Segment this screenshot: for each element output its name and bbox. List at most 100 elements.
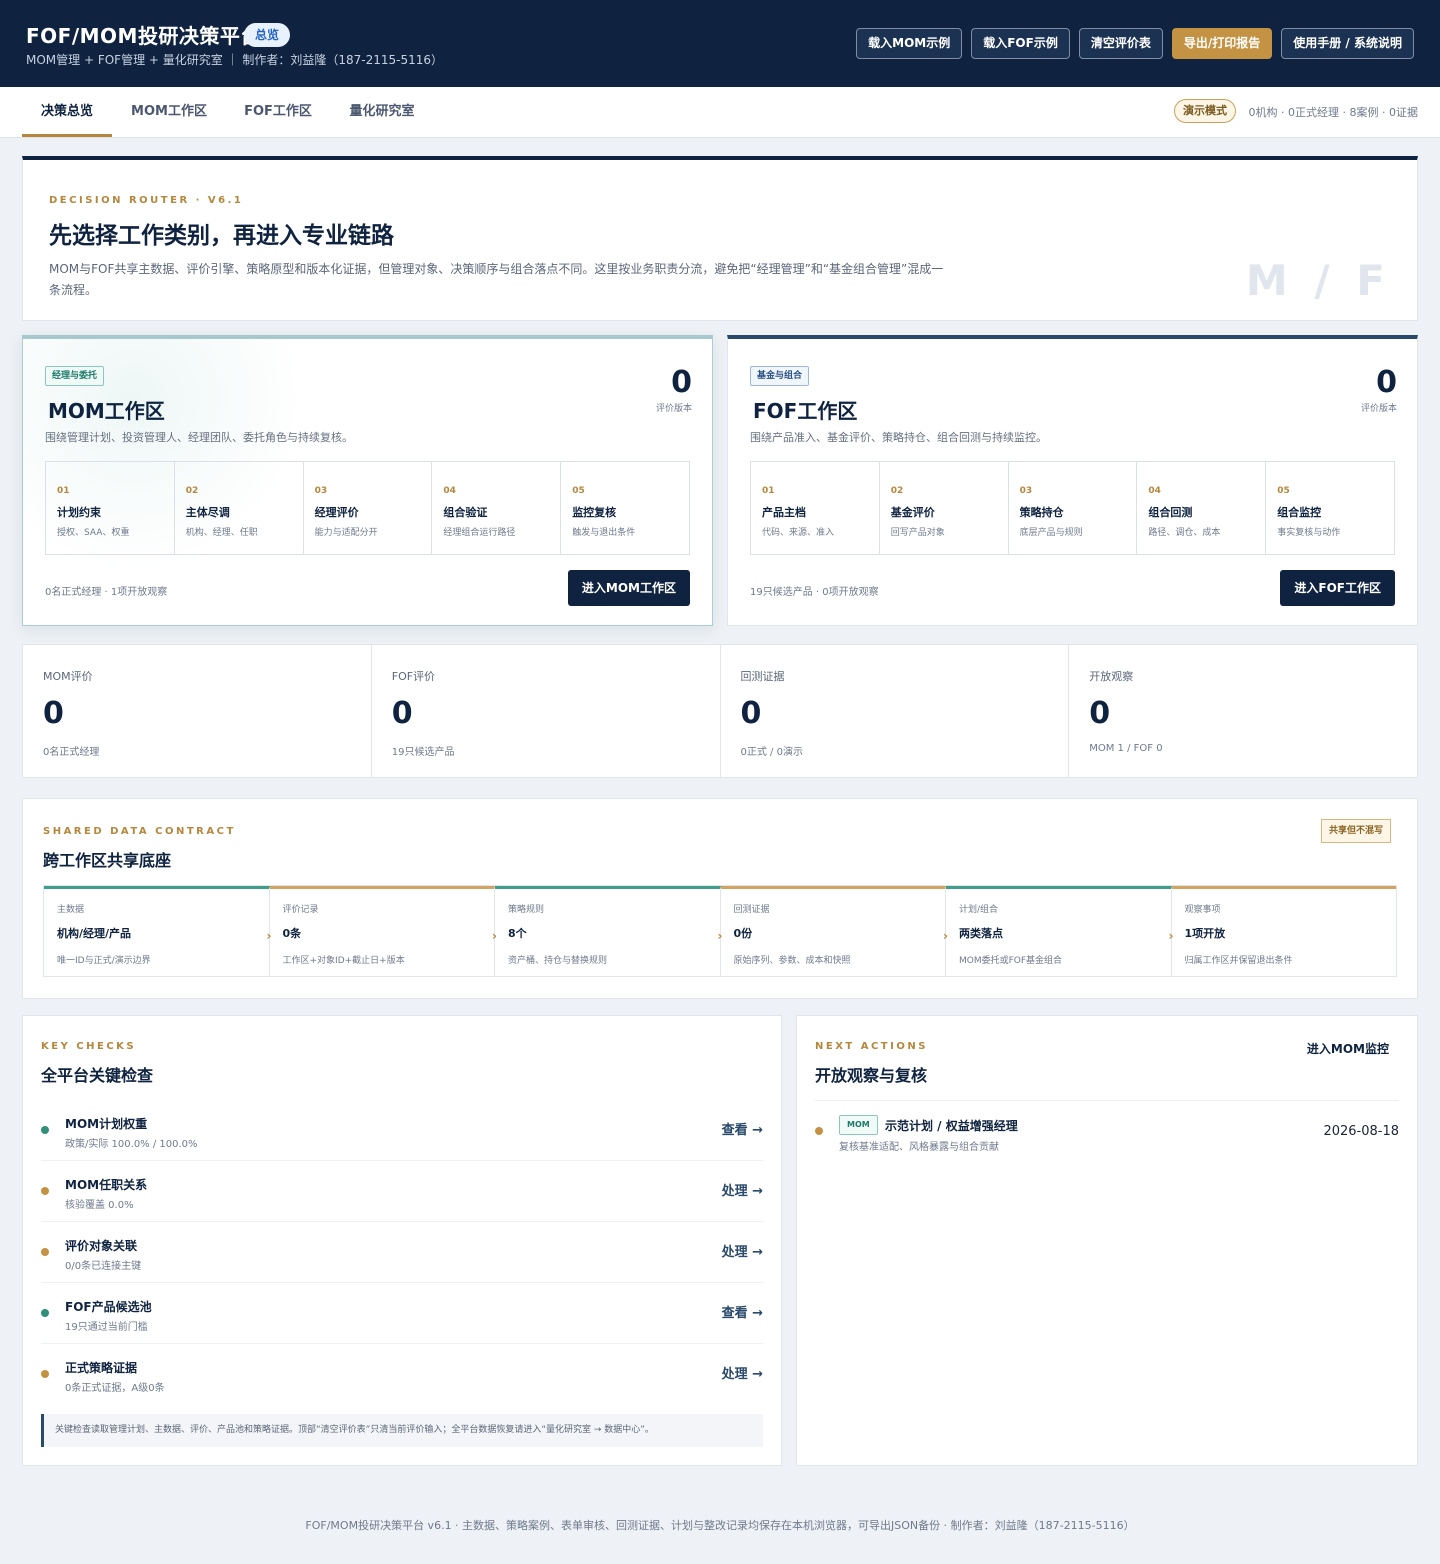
router-title: 先选择工作类别，再进入专业链路 (49, 223, 394, 249)
enter-fof-workspace-button[interactable]: 进入FOF工作区 (1280, 570, 1395, 606)
cell-key: 观察事项 (1184, 905, 1221, 915)
shared-cell: 主数据 机构/经理/产品 唯一ID与正式/演示边界 (44, 886, 270, 976)
cell-value: 两类落点 (959, 927, 1003, 940)
enter-mom-workspace-button[interactable]: 进入MOM工作区 (567, 570, 690, 606)
chevron-right-icon: › (1168, 929, 1174, 943)
main-tabs: 决策总览 MOM工作区 FOF工作区 量化研究室 演示模式 0机构 · 0正式经… (0, 87, 1440, 138)
actions-title: 开放观察与复核 (815, 1066, 928, 1085)
shared-data-contract-panel: SHARED DATA CONTRACT 跨工作区共享底座 共享但不混写 主数据… (22, 798, 1418, 999)
fof-steps: 01 产品主档 代码、来源、准入 02 基金评价 回写产品对象 03 策略持仓 底层产品与规… (750, 461, 1395, 555)
step-subtitle: 触发与退出条件 (572, 528, 636, 538)
router-eyebrow: DECISION ROUTER · V6.1 (49, 195, 244, 206)
mom-workspace-card: 经理与委托 MOM工作区 围绕管理计划、投资管理人、经理团队、委托角色与持续复核… (22, 335, 713, 626)
shared-cell: › 回测证据 0份 原始序列、参数、成本和快照 (717, 886, 946, 976)
clear-evaluation-button[interactable]: 清空评价表 (1078, 28, 1163, 59)
cell-desc: MOM委托或FOF基金组合 (959, 956, 1063, 966)
overview-badge: 总览 (244, 23, 291, 47)
status-dot (41, 1248, 49, 1256)
fof-version-count: 0 (1376, 365, 1397, 400)
enter-mom-monitor-link[interactable]: 进入MOM监控 (1307, 1040, 1389, 1057)
check-title: MOM计划权重 (65, 1117, 148, 1131)
tab-fof-workspace[interactable]: FOF工作区 (228, 87, 328, 137)
page-footer: FOF/MOM投研决策平台 v6.1 · 主数据、策略案例、表单审核、回测证据、… (305, 1519, 1135, 1532)
cell-key: 主数据 (57, 905, 85, 915)
fof-step: 02 基金评价 回写产品对象 (880, 462, 1009, 554)
action-date: 2026-08-18 (1323, 1124, 1399, 1139)
stat-label: 回测证据 (740, 670, 785, 683)
step-subtitle: 经理组合运行路径 (443, 528, 516, 538)
demo-mode-badge: 演示模式 (1174, 99, 1236, 123)
actions-eyebrow: NEXT ACTIONS (815, 1041, 928, 1052)
tab-quant-lab[interactable]: 量化研究室 (336, 87, 428, 137)
step-subtitle: 事实复核与动作 (1277, 528, 1341, 538)
shared-cell: › 评价记录 0条 工作区+对象ID+截止日+版本 (267, 886, 495, 976)
status-dot (41, 1187, 49, 1195)
check-desc: 0/0条已连接主键 (65, 1261, 142, 1272)
user-manual-button[interactable]: 使用手册 / 系统说明 (1281, 28, 1414, 59)
shared-title: 跨工作区共享底座 (43, 851, 172, 870)
stat-value: 0 (43, 696, 64, 731)
divider (815, 1100, 1399, 1101)
checks-note: 关键检查读取管理计划、主数据、评价、产品池和策略证据。顶部“清空评价表”只清当前… (41, 1414, 763, 1447)
action-item[interactable]: MOM 示范计划 / 权益增强经理 复核基准适配、风格暴露与组合贡献 2026-… (815, 1113, 1399, 1163)
shared-chip: 共享但不混写 (1320, 819, 1391, 843)
shared-cell: › 观察事项 1项开放 归属工作区并保留退出条件 (1168, 886, 1396, 976)
chevron-right-icon: › (943, 929, 948, 943)
stat-label: 开放观察 (1089, 670, 1134, 683)
step-title: 产品主档 (762, 506, 806, 519)
shared-cells: 主数据 机构/经理/产品 唯一ID与正式/演示边界 › 评价记录 0条 工作区+对象ID+… (43, 885, 1397, 977)
shared-cell: › 策略规则 8个 资产桶、持仓与替换规则 (492, 886, 721, 976)
check-desc: 19只通过当前门槛 (65, 1322, 148, 1333)
step-number: 01 (57, 486, 70, 496)
fof-step: 03 策略持仓 底层产品与规则 (1009, 462, 1138, 554)
stat-sub: MOM 1 / FOF 0 (1089, 743, 1163, 754)
stat-label: FOF评价 (391, 670, 436, 683)
router-description: MOM与FOF共享主数据、评价引擎、策略原型和版本化证据，但管理对象、决策顺序与… (49, 262, 944, 297)
cell-desc: 归属工作区并保留退出条件 (1184, 956, 1293, 966)
action-desc: 复核基准适配、风格暴露与组合贡献 (839, 1142, 999, 1153)
step-number: 03 (314, 486, 328, 496)
step-number: 05 (572, 486, 585, 496)
export-print-report-button[interactable]: 导出/打印报告 (1171, 28, 1273, 59)
mom-version-label: 评价版本 (655, 404, 692, 414)
fof-version-label: 评价版本 (1360, 404, 1397, 414)
check-action-link[interactable]: 处理 → (722, 1363, 763, 1382)
load-mom-example-button[interactable]: 载入MOM示例 (856, 28, 963, 59)
chevron-right-icon: › (717, 929, 723, 943)
shared-eyebrow: SHARED DATA CONTRACT (43, 826, 236, 837)
checks-eyebrow: KEY CHECKS (41, 1041, 137, 1052)
check-action-link[interactable]: 查看 → (722, 1119, 763, 1138)
check-title: FOF产品候选池 (65, 1300, 152, 1314)
mom-tag: 经理与委托 (45, 366, 105, 386)
step-subtitle: 授权、SAA、权重 (57, 528, 130, 538)
step-title: 策略持仓 (1019, 506, 1064, 519)
step-number: 04 (1148, 486, 1161, 496)
cell-key: 评价记录 (282, 905, 319, 915)
app-header: FOF/MOM投研决策平台 总览 MOM管理 + FOF管理 + 量化研究室 ｜… (0, 0, 1440, 87)
status-dot (41, 1309, 49, 1317)
check-action-link[interactable]: 查看 → (722, 1302, 763, 1321)
check-row: 评价对象关联 0/0条已连接主键 处理 → (41, 1222, 763, 1283)
step-subtitle: 代码、来源、准入 (762, 528, 835, 538)
step-number: 03 (1019, 486, 1033, 496)
stat-value: 0 (391, 696, 413, 731)
step-number: 04 (443, 486, 456, 496)
stat-value: 0 (740, 696, 762, 731)
step-title: 经理评价 (314, 506, 359, 519)
step-title: 组合回测 (1148, 506, 1193, 519)
step-subtitle: 机构、经理、任职 (185, 528, 258, 538)
stat-fof-evaluation: FOF评价 0 19只候选产品 (372, 645, 721, 777)
app-subtitle: MOM管理 + FOF管理 + 量化研究室 ｜ 制作者：刘益隆（187-2115… (26, 53, 444, 67)
mom-step: 01 计划约束 授权、SAA、权重 (46, 462, 175, 554)
mom-version-count: 0 (671, 365, 692, 400)
check-action-link[interactable]: 处理 → (722, 1241, 763, 1260)
load-fof-example-button[interactable]: 载入FOF示例 (971, 28, 1070, 59)
mf-watermark: M / F (1245, 256, 1391, 305)
status-dot (41, 1370, 49, 1378)
step-title: 监控复核 (572, 506, 617, 519)
tab-decision-overview[interactable]: 决策总览 (22, 87, 112, 137)
tab-mom-workspace[interactable]: MOM工作区 (118, 87, 220, 137)
check-row: FOF产品候选池 19只通过当前门槛 查看 → (41, 1283, 763, 1344)
decision-router-panel: DECISION ROUTER · V6.1 先选择工作类别，再进入专业链路 M… (22, 156, 1418, 321)
check-action-link[interactable]: 处理 → (722, 1180, 763, 1199)
